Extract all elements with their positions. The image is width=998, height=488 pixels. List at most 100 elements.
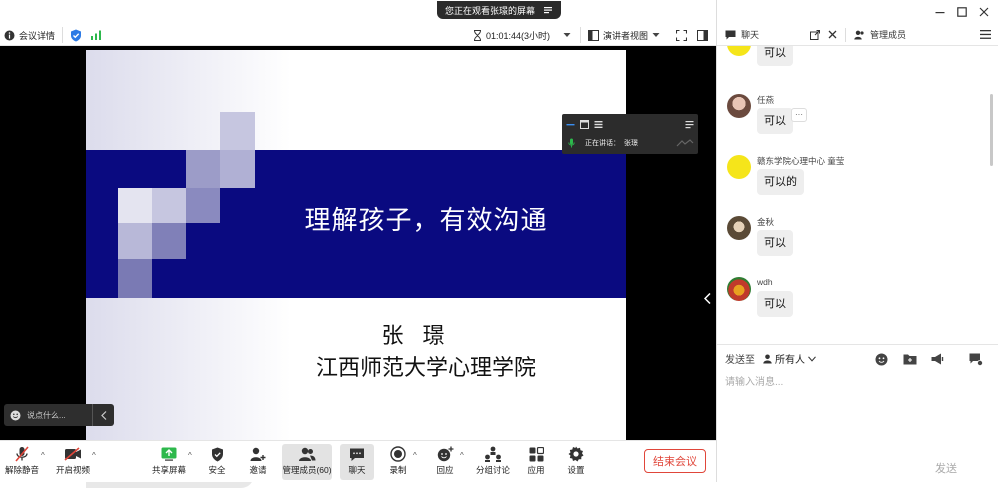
chat-message: wdh 可以 <box>727 277 977 323</box>
close-window-icon[interactable] <box>979 7 989 17</box>
info-icon <box>4 30 15 41</box>
list-view-icon[interactable] <box>594 120 603 129</box>
chat-button[interactable]: 聊天 <box>340 444 374 480</box>
slide-presenter-name: 张 璟 <box>381 324 451 349</box>
megaphone-icon[interactable] <box>931 353 945 365</box>
window-icon[interactable] <box>580 119 589 129</box>
shared-screen-stage: 理解孩子，有效沟通 张 璟 江西师范大学心理学院 正在讲话： 张璟 说点什么..… <box>0 46 716 488</box>
close-chat-icon[interactable] <box>828 30 837 39</box>
panel-menu-icon[interactable] <box>685 120 694 129</box>
share-tip-text: 您正在观看张璟的屏幕 <box>445 5 536 16</box>
chat-message: 金秋 可以 <box>727 216 977 262</box>
chevron-left-icon <box>703 292 711 304</box>
video-options-caret[interactable]: ^ <box>92 451 96 460</box>
chat-scrollbar[interactable] <box>990 94 993 166</box>
speaking-label: 正在讲话： <box>585 140 620 147</box>
duration-dropdown[interactable] <box>563 28 571 42</box>
settings-button[interactable]: 设置 <box>564 444 588 480</box>
say-something-box[interactable]: 说点什么... <box>4 404 114 426</box>
chat-message-list: 可以 任燕 可以 ··· 赣东学院心理中心 童莹 可以的 金秋 可以 wdh 可… <box>717 46 998 344</box>
unmute-button[interactable]: 解除静音 <box>4 444 40 480</box>
meeting-duration: 01:01:44(3小时) <box>473 28 550 42</box>
layout-toggle-button[interactable] <box>697 28 708 42</box>
reactions-options-caret[interactable]: ^ <box>460 451 464 460</box>
audio-wave-icon <box>676 139 694 147</box>
avatar <box>727 46 751 56</box>
chat-panel: 聊天 管理成员 可以 任燕 可以 ··· 赣东学院心理中心 童莹 可以的 金秋 … <box>716 0 998 482</box>
record-label: 录制 <box>389 465 407 475</box>
invite-label: 邀请 <box>249 465 267 475</box>
hamburger-menu-icon[interactable] <box>980 30 991 39</box>
speaker-name: 张璟 <box>624 140 638 147</box>
end-meeting-button[interactable]: 结束会议 <box>644 449 706 473</box>
security-button[interactable]: 安全 <box>204 444 230 480</box>
settings-chat-icon[interactable] <box>969 353 983 366</box>
chat-message: 可以 <box>727 46 977 78</box>
emoji-icon[interactable] <box>875 353 888 366</box>
tab-divider <box>845 27 847 42</box>
speaker-floating-panel[interactable]: 正在讲话： 张璟 <box>562 114 698 154</box>
recipient-dropdown[interactable]: 所有人 <box>763 351 816 366</box>
chevron-down-icon <box>563 32 571 38</box>
manage-members-button[interactable]: 管理成员(60) <box>282 444 332 480</box>
avatar <box>727 216 751 240</box>
smiley-plus-icon <box>437 446 454 462</box>
security-shield-button[interactable] <box>70 28 82 42</box>
slide-decor-square <box>118 223 152 259</box>
folder-icon[interactable] <box>903 353 917 365</box>
manage-members-tab[interactable]: 管理成员 <box>870 28 906 41</box>
microphone-icon <box>568 138 575 148</box>
signal-bars-icon <box>90 30 102 40</box>
pop-out-icon[interactable] <box>810 29 821 40</box>
unmute-label: 解除静音 <box>4 465 39 475</box>
microphone-muted-icon <box>15 446 29 462</box>
chat-label: 聊天 <box>348 465 366 475</box>
apps-label: 应用 <box>527 465 545 475</box>
collapse-sidebar-button[interactable] <box>700 286 714 310</box>
video-off-icon <box>64 447 82 461</box>
screen-share-indicator[interactable]: 您正在观看张璟的屏幕 <box>437 1 562 19</box>
chat-bubble: 可以的 <box>757 169 804 195</box>
reactions-button[interactable]: 回应 <box>432 444 458 480</box>
chat-tab-title[interactable]: 聊天 <box>741 28 759 41</box>
share-screen-button[interactable]: 共享屏幕 <box>150 444 188 480</box>
meeting-toolbar: 解除静音 ^ 开启视频 ^ 共享屏幕 ^ 安全 邀请 管理成员(60) 聊天 录… <box>0 440 716 482</box>
chevron-down-icon <box>808 355 816 362</box>
minimize-window-icon[interactable] <box>935 7 945 17</box>
slide-decor-square <box>186 150 220 188</box>
chat-bubble-icon <box>349 447 365 462</box>
network-signal-indicator[interactable] <box>90 28 102 42</box>
view-mode-button[interactable]: 演讲者视图 <box>588 28 660 42</box>
message-more-button[interactable]: ··· <box>791 108 807 122</box>
meeting-details-button[interactable]: 会议详情 <box>4 28 55 42</box>
sidebar-layout-icon <box>697 29 708 41</box>
start-video-label: 开启视频 <box>55 465 90 475</box>
share-options-caret[interactable]: ^ <box>188 451 192 460</box>
share-menu-icon[interactable] <box>543 5 553 15</box>
audio-options-caret[interactable]: ^ <box>41 451 45 460</box>
chevron-left-icon <box>100 410 107 420</box>
send-button[interactable]: 发送 <box>935 460 957 476</box>
record-button[interactable]: 录制 <box>386 444 410 480</box>
sender-name: 金秋 <box>757 217 775 227</box>
sender-name: wdh <box>757 277 773 287</box>
start-video-button[interactable]: 开启视频 <box>54 444 92 480</box>
breakout-icon <box>484 446 502 462</box>
invite-button[interactable]: 邀请 <box>244 444 272 480</box>
send-to-label: 发送至 <box>725 355 755 366</box>
slide-decor-square <box>152 223 186 259</box>
fullscreen-button[interactable] <box>676 28 687 42</box>
record-options-caret[interactable]: ^ <box>413 451 417 460</box>
avatar <box>727 155 751 179</box>
chat-message-input[interactable] <box>725 374 989 390</box>
chat-bubble: 可以 <box>757 108 793 134</box>
apps-button[interactable]: 应用 <box>524 444 548 480</box>
minimize-icon[interactable] <box>566 120 575 129</box>
slide-decor-square <box>86 188 118 223</box>
person-icon <box>763 354 772 364</box>
maximize-window-icon[interactable] <box>957 7 967 17</box>
say-box-collapse-button[interactable] <box>92 404 114 426</box>
avatar <box>727 277 751 301</box>
emoji-icon[interactable] <box>10 410 21 421</box>
breakout-rooms-button[interactable]: 分组讨论 <box>474 444 512 480</box>
